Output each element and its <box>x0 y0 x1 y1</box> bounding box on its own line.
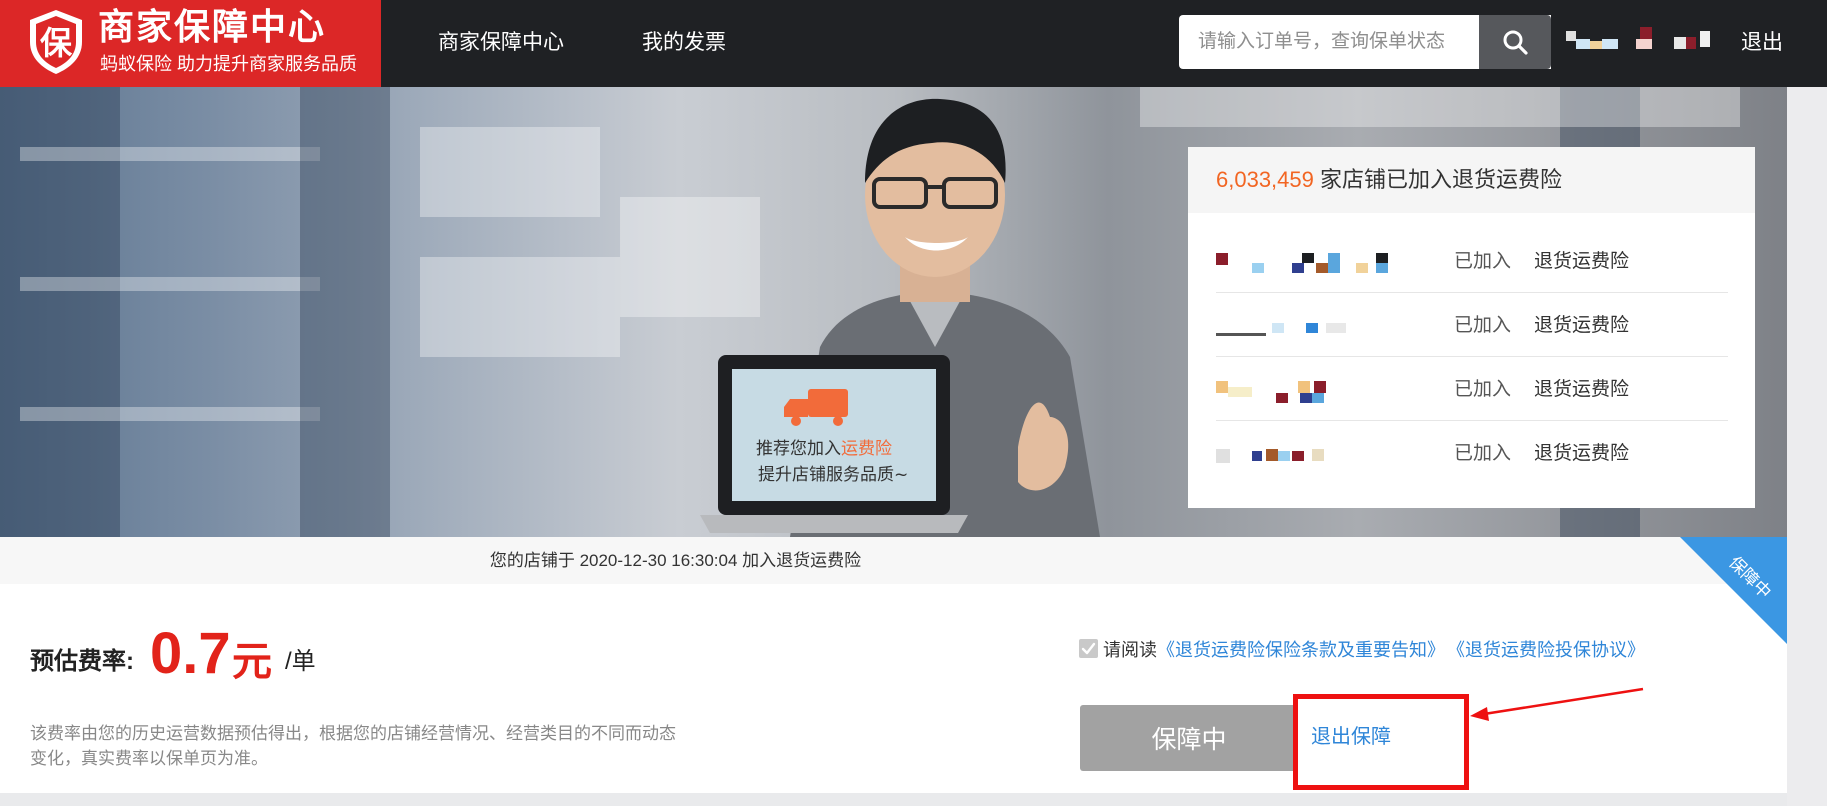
insurance-status-panel: 您的店铺于 2020-12-30 16:30:04 加入退货运费险 保障中 预估… <box>0 537 1787 793</box>
joined-store-row: 已加入 退货运费险 <box>1216 421 1728 485</box>
row-status: 已加入 <box>1454 443 1512 464</box>
rate-label: 预估费率: <box>30 648 134 675</box>
insurance-agreement-link[interactable]: 《退货运费险投保协议》 <box>1447 637 1645 663</box>
joined-store-row: 已加入 退货运费险 <box>1216 229 1728 293</box>
joined-store-row: 已加入 退货运费险 <box>1216 293 1728 357</box>
agreement-prefix: 请阅读 <box>1103 640 1157 660</box>
joined-stores-title: 6,033,459 家店铺已加入退货运费险 <box>1216 167 1562 192</box>
agreement-checkbox[interactable] <box>1079 639 1098 658</box>
masked-store-name <box>1216 317 1396 337</box>
rate-per-order: /单 <box>285 648 316 675</box>
nav-item-my-invoices[interactable]: 我的发票 <box>642 28 726 58</box>
annotation-highlight-box <box>1293 694 1469 790</box>
row-status: 已加入 <box>1454 315 1512 336</box>
shield-logo-icon: 保 <box>30 10 82 74</box>
svg-text:推荐您加入运费险: 推荐您加入运费险 <box>756 439 892 459</box>
join-date-note: 您的店铺于 2020-12-30 16:30:04 加入退货运费险 <box>489 551 862 570</box>
page-right-margin <box>1787 87 1827 806</box>
status-ribbon: 保障中 <box>1680 537 1787 644</box>
brand-subtitle: 蚂蚁保险 助力提升商家服务品质 <box>100 54 357 74</box>
search-icon <box>1503 30 1528 55</box>
annotation-arrow-icon <box>1470 687 1644 721</box>
joined-store-row: 已加入 退货运费险 <box>1216 357 1728 421</box>
hero-banner: 推荐您加入运费险 提升店铺服务品质~ 6,033,459 家店铺已加入退货运费险… <box>0 87 1787 537</box>
check-icon <box>1081 642 1096 655</box>
brand-title: 商家保障中心 <box>98 6 327 47</box>
masked-store-name <box>1216 253 1396 273</box>
protection-status-button[interactable]: 保障中 <box>1080 705 1298 771</box>
row-product: 退货运费险 <box>1534 251 1630 272</box>
joined-stores-count: 6,033,459 <box>1216 167 1314 192</box>
row-status: 已加入 <box>1454 251 1512 272</box>
search-button[interactable] <box>1479 15 1551 69</box>
row-product: 退货运费险 <box>1534 315 1630 336</box>
rate-note: 该费率由您的历史运营数据预估得出，根据您的店铺经营情况、经营类目的不同而动态变化… <box>30 724 676 768</box>
svg-text:保: 保 <box>40 24 73 62</box>
insurance-terms-link[interactable]: 《退货运费险保险条款及重要告知》 <box>1157 637 1445 663</box>
row-product: 退货运费险 <box>1534 443 1630 464</box>
row-product: 退货运费险 <box>1534 379 1630 400</box>
masked-store-name <box>1216 381 1396 403</box>
rate-currency: 元 <box>232 640 272 684</box>
masked-username <box>1566 27 1716 57</box>
brand-logo[interactable]: 保 商家保障中心 蚂蚁保险 助力提升商家服务品质 <box>0 0 381 87</box>
joined-stores-card: 6,033,459 家店铺已加入退货运费险 已加入 退货运费险 已加入 退货运费… <box>1188 147 1755 508</box>
logout-link[interactable]: 退出 <box>1741 28 1783 58</box>
nav-item-merchant-center[interactable]: 商家保障中心 <box>438 28 564 58</box>
masked-store-name <box>1216 445 1396 465</box>
promo-person-illustration: 推荐您加入运费险 提升店铺服务品质~ <box>700 98 1100 537</box>
row-status: 已加入 <box>1454 379 1512 400</box>
search-input[interactable] <box>1179 15 1479 69</box>
joined-stores-header: 6,033,459 家店铺已加入退货运费险 <box>1188 147 1755 213</box>
join-note-bar: 您的店铺于 2020-12-30 16:30:04 加入退货运费险 <box>0 537 1787 584</box>
svg-text:提升店铺服务品质~: 提升店铺服务品质~ <box>758 465 908 485</box>
rate-value: 0.7 <box>150 621 231 686</box>
